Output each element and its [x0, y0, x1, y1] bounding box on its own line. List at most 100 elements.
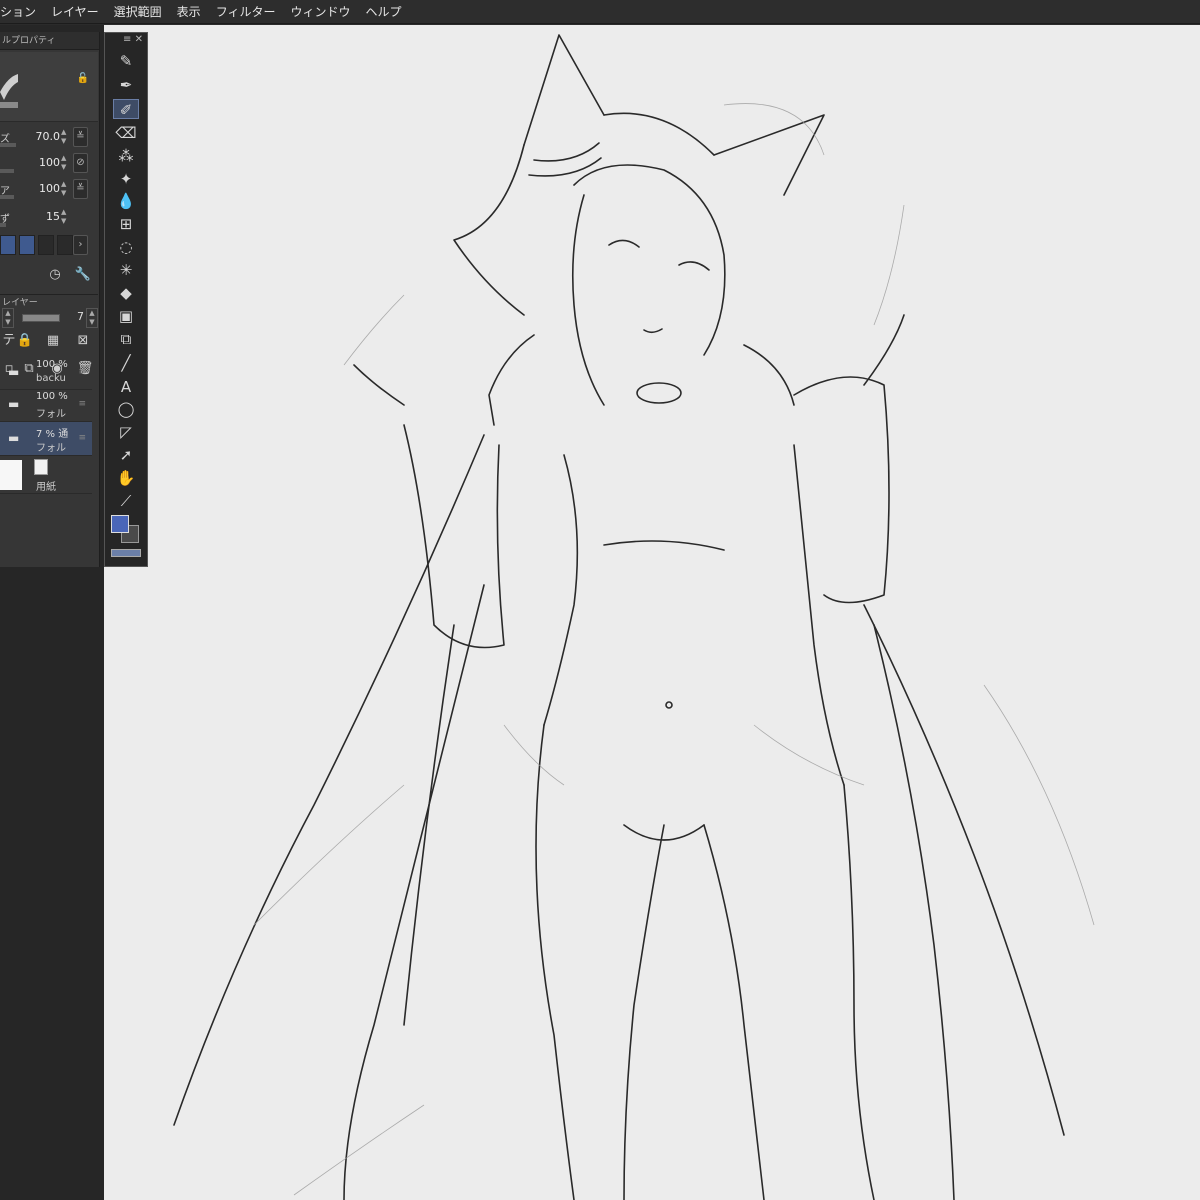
wrench-icon[interactable]: 🔧	[74, 266, 92, 284]
chevron-right-icon[interactable]: ›	[73, 235, 88, 255]
decoration-tool[interactable]: ✦	[113, 169, 139, 189]
g-pen-tool[interactable]: ✐	[113, 99, 139, 119]
color-swatch[interactable]	[57, 235, 73, 255]
hand-tool[interactable]: ✋	[113, 468, 139, 488]
mesh-icon: ⊞	[119, 215, 133, 233]
ruler-tool[interactable]: ◸	[113, 422, 139, 442]
blend-tool[interactable]: 💧	[113, 191, 139, 211]
brush-preview: 🔓	[0, 52, 98, 122]
lock-icon[interactable]: 🔓	[74, 70, 92, 88]
airbrush-tool[interactable]: ⁂	[113, 146, 139, 166]
layer-name: 用紙	[36, 482, 56, 493]
transparent-color-button[interactable]	[111, 549, 141, 557]
eyedropper-tool[interactable]: ⟋	[113, 491, 139, 511]
tool-property-footer: ◷ 🔧	[0, 262, 98, 288]
folder-icon: ▬	[8, 365, 20, 379]
line-art-sketch	[173, 34, 1095, 1200]
color-swatch[interactable]	[38, 235, 54, 255]
brush-opacity-row: ア 100 ▲ ▼ ≚	[0, 176, 98, 202]
menu-view[interactable]: 表示	[177, 3, 201, 20]
menu-icon[interactable]: ≡	[123, 34, 131, 45]
airbrush-icon: ⁂	[118, 147, 134, 165]
layer-move-tool[interactable]: ⧉	[113, 329, 139, 349]
brush-density-slider[interactable]	[0, 169, 14, 173]
brush-density-spinner[interactable]: ▲ ▼	[61, 154, 70, 172]
layer-row-folder-selected[interactable]: ▬ 7 % 通 フォルダ ≡	[0, 422, 92, 456]
color-swatch[interactable]	[19, 235, 35, 255]
menu-help[interactable]: ヘルプ	[365, 3, 401, 20]
bucket-icon: ◆	[120, 284, 132, 302]
drag-handle-icon[interactable]: ≡	[78, 433, 86, 443]
blend-mode-spinner[interactable]: ▲ ▼	[2, 308, 14, 328]
drag-handle-icon[interactable]: ≡	[78, 399, 86, 409]
layer-row-paper[interactable]: 用紙	[0, 456, 92, 494]
eraser-tool[interactable]: ⌫	[113, 123, 139, 143]
foreground-color[interactable]	[111, 515, 129, 533]
fill-tool[interactable]: ◆	[113, 283, 139, 303]
close-icon[interactable]: ✕	[135, 34, 143, 45]
pencil-tool[interactable]: ✎	[113, 51, 139, 71]
pointer-icon: ➚	[119, 446, 133, 464]
brush-density-row: 100 ▲ ▼ ⊘	[0, 150, 98, 176]
color-swatch[interactable]	[0, 235, 16, 255]
decoration-icon: ✦	[119, 170, 133, 188]
pen-icon: ✒	[119, 76, 133, 94]
tool-palette-header: ≡ ✕	[105, 33, 147, 47]
menu-filter[interactable]: フィルター	[216, 3, 276, 20]
brush-size-value[interactable]: 70.0	[36, 130, 61, 143]
brush-size-dynamics-button[interactable]: ≚	[73, 127, 88, 147]
layer-opacity-value[interactable]: 7	[77, 310, 84, 323]
g-pen-icon: ✐	[119, 101, 133, 119]
text-tool[interactable]: A	[113, 377, 139, 397]
layer-row-backup[interactable]: ▬ 100 % backup ≡	[0, 356, 92, 390]
brush-opacity-value[interactable]: 100	[39, 182, 60, 195]
menu-bar: ション レイヤー 選択範囲 表示 フィルター ウィンドウ ヘルプ	[0, 0, 1200, 24]
eyedropper-icon: ⟋	[120, 492, 132, 510]
lock-layer-icon[interactable]: 🔒	[16, 332, 34, 350]
layer-opacity-control: ▲ ▼ 7 ▲ ▼	[0, 308, 98, 328]
layer-name: フォルダ	[36, 409, 66, 420]
stabilization-value[interactable]: 15	[46, 210, 60, 223]
menu-selection[interactable]: 選択範囲	[114, 3, 162, 20]
timer-icon[interactable]: ◷	[46, 266, 64, 284]
layer-name: フォルダ	[36, 443, 66, 454]
stabilization-slider[interactable]	[0, 223, 6, 227]
mesh-transform-tool[interactable]: ⊞	[113, 214, 139, 234]
color-selector[interactable]	[111, 515, 143, 545]
stabilization-row: ず 15 ▲ ▼	[0, 204, 98, 230]
brush-opacity-slider[interactable]	[0, 195, 14, 199]
menu-layer[interactable]: レイヤー	[51, 3, 99, 20]
lasso-tool[interactable]: ◌	[113, 237, 139, 257]
brush-opacity-dynamics-button[interactable]: ≚	[73, 179, 88, 199]
menu-animation[interactable]: ション	[0, 3, 36, 20]
brush-density-button[interactable]: ⊘	[73, 153, 88, 173]
layer-percent: 7 % 通	[36, 429, 69, 440]
layer-percent: 100 %	[36, 359, 68, 370]
layer-panel-title: レイヤー	[0, 294, 98, 308]
menu-window[interactable]: ウィンドウ	[290, 3, 350, 20]
line-tool[interactable]: ╱	[113, 353, 139, 373]
layer-name: backup	[36, 373, 66, 384]
object-tool[interactable]: ➚	[113, 445, 139, 465]
layer-opacity-slider[interactable]	[22, 314, 60, 322]
layer-row-folder[interactable]: ▬ 100 % フォルダ ≡	[0, 388, 92, 422]
brush-opacity-spinner[interactable]: ▲ ▼	[61, 180, 70, 198]
layer-opacity-spinner[interactable]: ▲ ▼	[86, 308, 98, 328]
drawing-canvas[interactable]	[104, 25, 1200, 1200]
brush-size-slider[interactable]	[0, 143, 16, 147]
balloon-tool[interactable]: ◯	[113, 399, 139, 419]
stabilization-spinner[interactable]: ▲ ▼	[61, 208, 70, 226]
brush-size-spinner[interactable]: ▲ ▼	[61, 128, 70, 146]
auto-select-tool[interactable]: ✳	[113, 260, 139, 280]
clipping-icon[interactable]: ⊠	[74, 332, 92, 350]
brush-density-value[interactable]: 100	[39, 156, 60, 169]
pen-tool[interactable]: ✒	[113, 75, 139, 95]
paper-icon	[34, 459, 48, 475]
lock-transparent-icon[interactable]: ▦	[44, 332, 62, 350]
drag-handle-icon[interactable]: ≡	[78, 367, 86, 377]
tool-property-palette: ルプロパティ 🔓 ズ 70.0 ▲ ▼ ≚ 100 ▲ ▼ ⊘ ア 100 ▲ ▼ ≚…	[0, 32, 100, 567]
speech-balloon-icon: ◯	[117, 400, 135, 418]
droplet-icon: 💧	[116, 192, 136, 210]
brush-size-row: ズ 70.0 ▲ ▼ ≚	[0, 124, 98, 150]
gradient-tool[interactable]: ▣	[113, 306, 139, 326]
